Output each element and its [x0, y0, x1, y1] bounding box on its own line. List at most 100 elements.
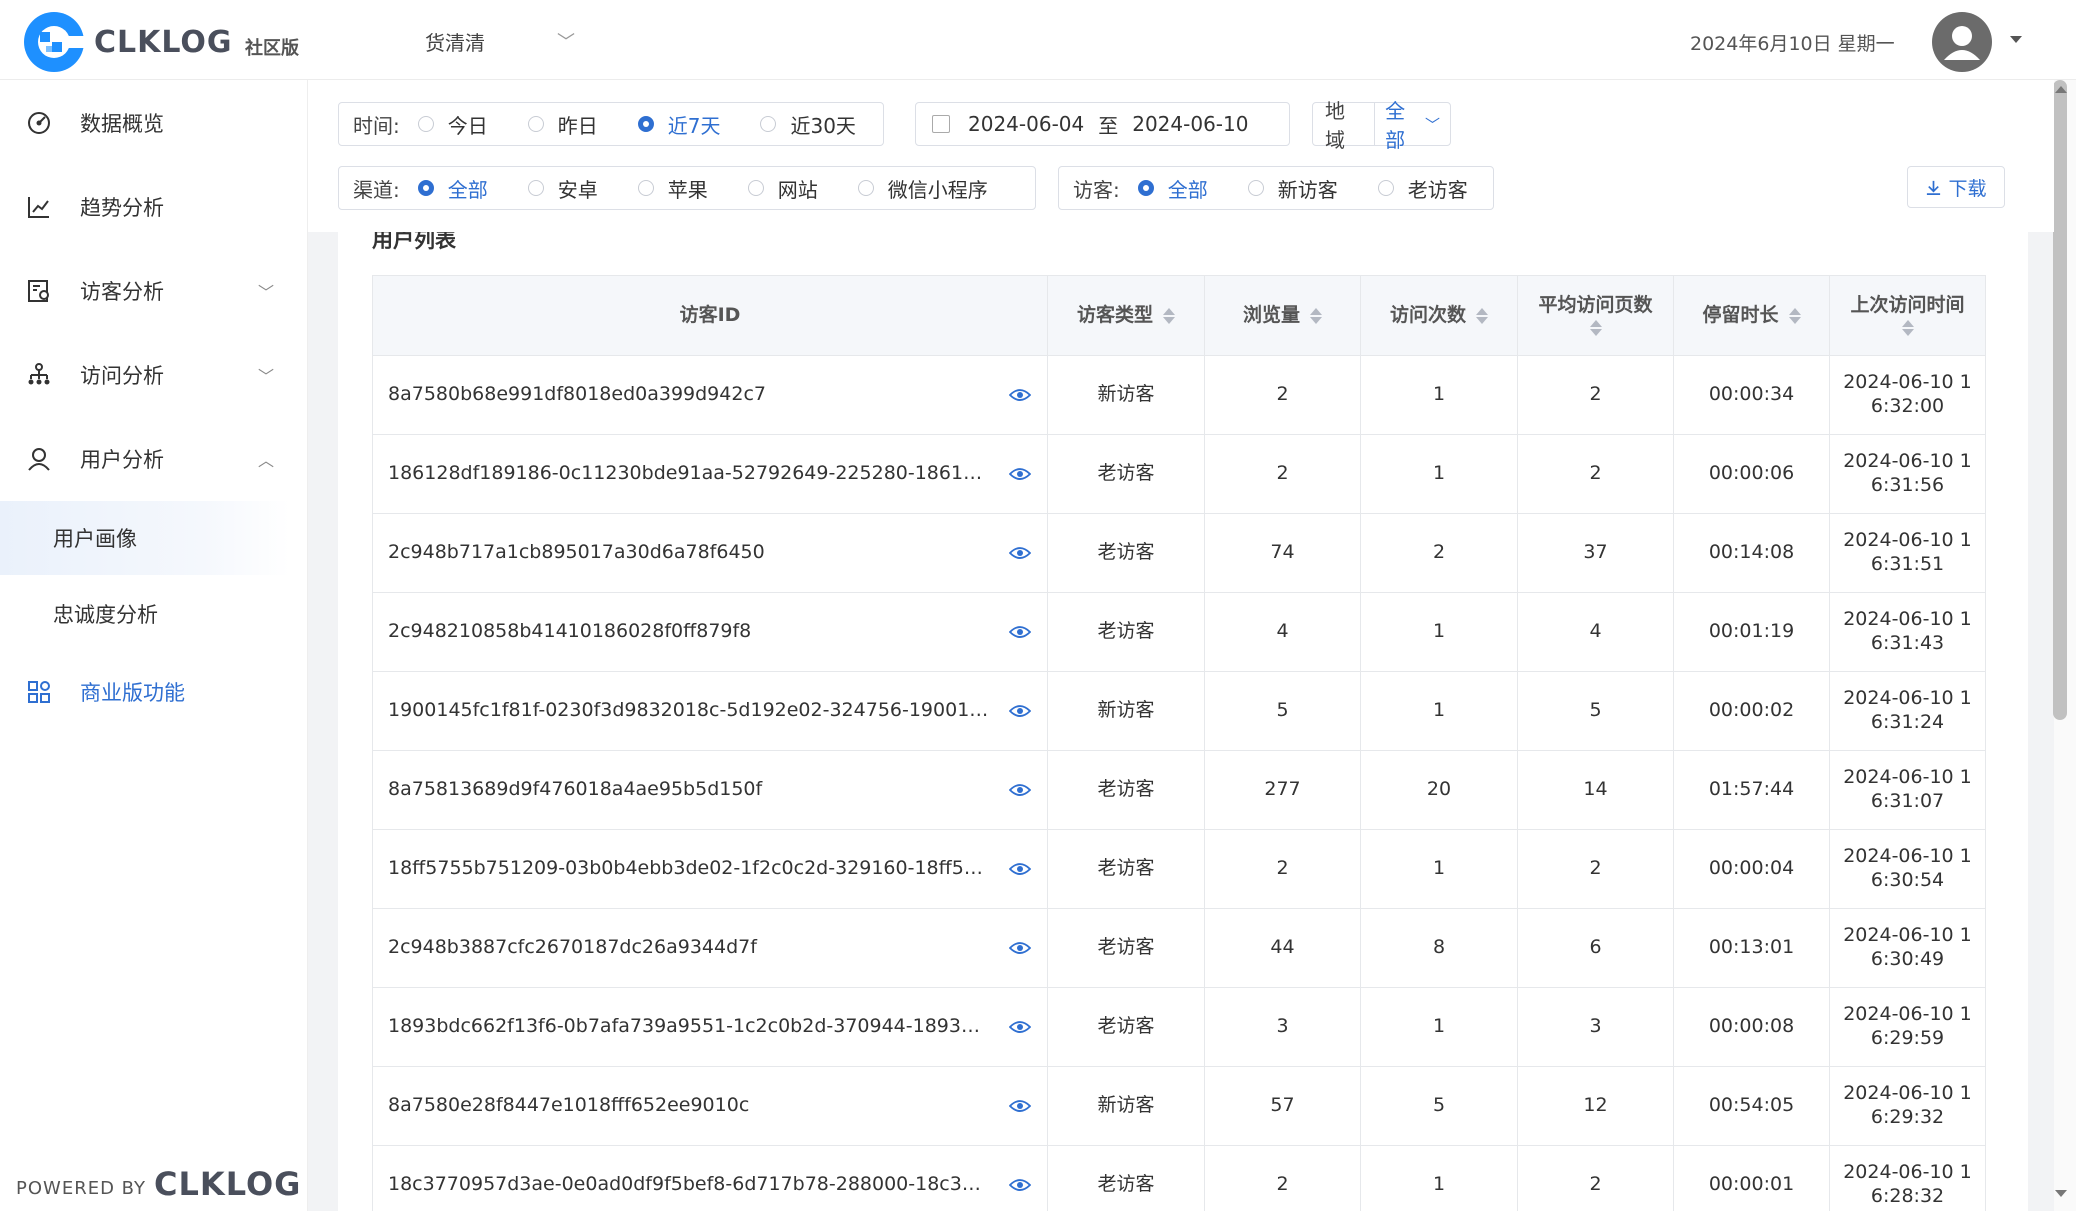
last-visit-cell: 2024-06-10 16:32:00: [1829, 355, 1986, 435]
eye-icon[interactable]: [1009, 1098, 1031, 1114]
visitor-id[interactable]: 18ff5755b751209-03b0b4ebb3de02-1f2c0c2d-…: [388, 857, 991, 881]
last-visit-cell: 2024-06-10 16:31:07: [1829, 750, 1986, 830]
region-label: 地域: [1313, 99, 1376, 152]
channel-option-website[interactable]: 网站: [747, 174, 818, 203]
visitor-option-all[interactable]: 全部: [1137, 174, 1208, 203]
column-header-last-visit[interactable]: 上次访问时间: [1829, 275, 1986, 356]
chevron-down-icon: ﹀: [258, 283, 275, 302]
avg-pages-cell: 2: [1517, 829, 1674, 909]
visitor-option-new[interactable]: 新访客: [1247, 174, 1338, 203]
eye-icon[interactable]: [1009, 624, 1031, 640]
sidebar-item-user[interactable]: 用户分析 ︿: [0, 417, 308, 501]
eye-icon[interactable]: [1009, 545, 1031, 561]
column-header-avg-pages[interactable]: 平均访问页数: [1517, 275, 1674, 356]
visitor-type-cell: 老访客: [1047, 908, 1205, 988]
visitor-option-old[interactable]: 老访客: [1377, 174, 1468, 203]
avg-pages-cell: 5: [1517, 671, 1674, 751]
eye-icon[interactable]: [1009, 387, 1031, 403]
sort-icon[interactable]: [1476, 307, 1488, 325]
visitor-id[interactable]: 8a75813689d9f476018a4ae95b5d150f: [388, 778, 991, 802]
time-option-today[interactable]: 今日: [417, 110, 488, 139]
visitor-id[interactable]: 1900145fc1f81f-0230f3d9832018c-5d192e02-…: [388, 699, 991, 723]
sort-icon[interactable]: [1310, 307, 1322, 325]
scroll-up-icon[interactable]: [2055, 86, 2067, 93]
edition-label: 社区版: [245, 38, 299, 59]
channel-option-miniprogram[interactable]: 微信小程序: [857, 174, 988, 203]
visits-cell: 1: [1360, 671, 1518, 751]
sort-icon[interactable]: [1163, 307, 1175, 325]
scroll-down-icon[interactable]: [2055, 1190, 2067, 1197]
table-row: 186128df189186-0c11230bde91aa-52792649-2…: [372, 434, 1986, 514]
sort-icon[interactable]: [1788, 307, 1801, 325]
radio-icon: [857, 180, 874, 196]
region-value[interactable]: 全部 ﹀: [1375, 95, 1450, 153]
date-range-picker[interactable]: 2024-06-04 至 2024-06-10: [915, 102, 1290, 146]
visitor-type-cell: 老访客: [1047, 513, 1205, 593]
visitor-id[interactable]: 2c948b3887cfc2670187dc26a9344d7f: [388, 936, 991, 960]
visitor-id[interactable]: 8a7580b68e991df8018ed0a399d942c7: [388, 383, 991, 407]
eye-icon[interactable]: [1009, 1177, 1031, 1193]
time-option-30days[interactable]: 近30天: [760, 110, 856, 139]
eye-icon[interactable]: [1009, 861, 1031, 877]
eye-icon[interactable]: [1009, 703, 1031, 719]
sidebar-item-visitor[interactable]: 访客分析 ﹀: [0, 249, 308, 333]
download-button[interactable]: 下载: [1907, 166, 2005, 208]
column-header-label: 上次访问时间: [1850, 294, 1965, 317]
sidebar-item-access[interactable]: 访问分析 ﹀: [0, 333, 308, 417]
sort-icon[interactable]: [1589, 319, 1602, 337]
visitor-type-cell: 老访客: [1047, 434, 1205, 514]
scrollbar-thumb[interactable]: [2053, 80, 2067, 720]
column-header-visitor-type[interactable]: 访客类型: [1047, 275, 1205, 356]
visitor-id[interactable]: 186128df189186-0c11230bde91aa-52792649-2…: [388, 462, 991, 486]
visitor-id-cell: 1900145fc1f81f-0230f3d9832018c-5d192e02-…: [372, 671, 1048, 751]
visitor-id[interactable]: 2c948210858b41410186028f0ff879f8: [388, 620, 991, 644]
sidebar-subitem-label: 忠诚度分析: [53, 603, 158, 627]
clklog-logo-icon: [24, 12, 86, 72]
radio-icon: [747, 180, 764, 196]
visitor-id-cell: 186128df189186-0c11230bde91aa-52792649-2…: [372, 434, 1048, 514]
time-option-yesterday[interactable]: 昨日: [527, 110, 598, 139]
sidebar-item-overview[interactable]: 数据概览: [0, 81, 308, 165]
eye-icon[interactable]: [1009, 466, 1031, 482]
pageviews-cell: 5: [1204, 671, 1361, 751]
sidebar-item-label: 访客分析: [80, 280, 164, 304]
visitor-id-cell: 1893bdc662f13f6-0b7afa739a9551-1c2c0b2d-…: [372, 987, 1048, 1067]
sidebar-item-trend[interactable]: 趋势分析: [0, 165, 308, 249]
visitor-id[interactable]: 18c3770957d3ae-0e0ad0df9f5bef8-6d717b78-…: [388, 1173, 991, 1197]
visitor-id[interactable]: 2c948b717a1cb895017a30d6a78f6450: [388, 541, 991, 565]
table-row: 18c3770957d3ae-0e0ad0df9f5bef8-6d717b78-…: [372, 1145, 1986, 1211]
time-option-7days[interactable]: 近7天: [637, 110, 720, 139]
column-header-duration[interactable]: 停留时长: [1673, 275, 1830, 356]
powered-by-text: POWERED BY: [16, 1178, 147, 1199]
app-logo[interactable]: CLKLOG: [22, 10, 233, 74]
radio-icon: [637, 180, 654, 196]
column-header-visits[interactable]: 访问次数: [1360, 275, 1518, 356]
pageviews-cell: 2: [1204, 1145, 1361, 1211]
visitor-type-cell: 新访客: [1047, 671, 1205, 751]
caret-down-icon[interactable]: [2010, 36, 2022, 43]
channel-option-all[interactable]: 全部: [417, 174, 488, 203]
channel-option-android[interactable]: 安卓: [527, 174, 598, 203]
region-filter[interactable]: 地域 全部 ﹀: [1312, 99, 1451, 152]
visits-cell: 1: [1360, 829, 1518, 909]
visitor-id-cell: 8a7580b68e991df8018ed0a399d942c7: [372, 355, 1048, 435]
eye-icon[interactable]: [1009, 782, 1031, 798]
column-header-visitor-id: 访客ID: [372, 275, 1048, 356]
download-icon: [1927, 180, 1941, 195]
sort-icon[interactable]: [1901, 319, 1914, 337]
visitor-id[interactable]: 8a7580e28f8447e1018fff652ee9010c: [388, 1094, 991, 1118]
project-select[interactable]: 货清清 ﹀: [425, 26, 575, 56]
eye-icon[interactable]: [1009, 1019, 1031, 1035]
sidebar-subitem-loyalty[interactable]: 忠诚度分析: [0, 577, 290, 651]
visitor-id[interactable]: 1893bdc662f13f6-0b7afa739a9551-1c2c0b2d-…: [388, 1015, 991, 1039]
avg-pages-cell: 2: [1517, 1145, 1674, 1211]
avatar[interactable]: [1932, 12, 1992, 72]
visits-cell: 1: [1360, 987, 1518, 1067]
duration-cell: 00:14:08: [1673, 513, 1830, 593]
sidebar-subitem-user-profile[interactable]: 用户画像: [0, 501, 290, 575]
eye-icon[interactable]: [1009, 940, 1031, 956]
channel-option-apple[interactable]: 苹果: [637, 174, 708, 203]
sidebar-item-business[interactable]: 商业版功能: [0, 650, 308, 734]
visitor-type-cell: 老访客: [1047, 750, 1205, 830]
column-header-pageviews[interactable]: 浏览量: [1204, 275, 1361, 356]
